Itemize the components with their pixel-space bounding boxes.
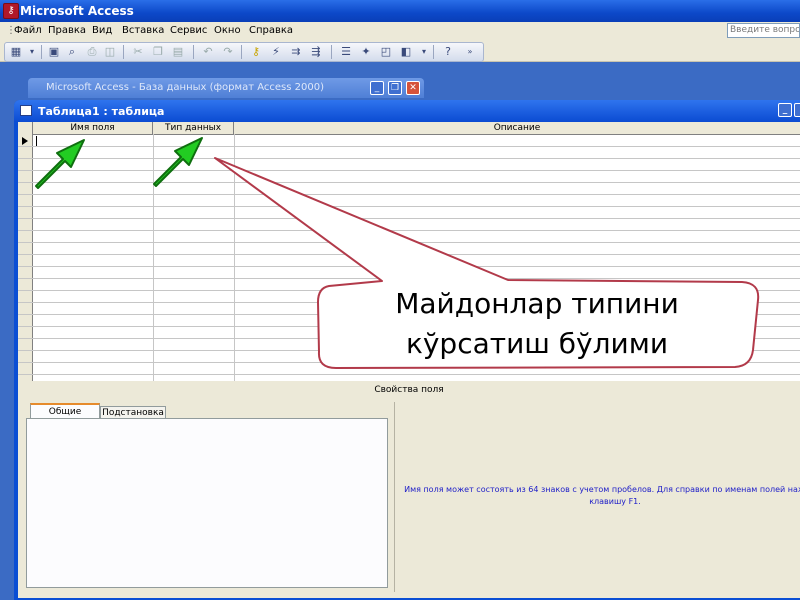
- callout-line-2: кўрсатиш бўлими: [405, 327, 669, 360]
- callout-line-1: Майдонлар типини: [395, 287, 679, 320]
- callout-text: Майдонлар типини кўрсатиш бўлими: [318, 282, 756, 366]
- green-arrow-field-name: [35, 139, 85, 189]
- green-arrow-data-type: [153, 137, 203, 187]
